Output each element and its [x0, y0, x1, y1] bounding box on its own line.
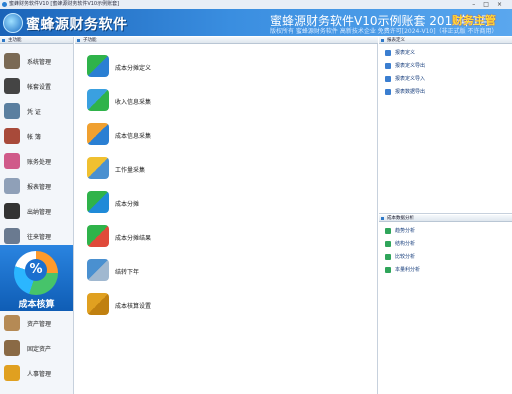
asset-icon	[4, 315, 20, 331]
sub-function-item[interactable]: 工作量采集	[87, 157, 287, 183]
panel-link-label: 结构分析	[395, 241, 416, 247]
app-icon	[2, 2, 7, 7]
sub-function-item[interactable]: 成本信息采集	[87, 123, 287, 149]
sub-function-label: 成本核算设置	[115, 303, 152, 310]
book-settings-icon	[4, 78, 20, 94]
sidebar-item[interactable]: 系统管理	[0, 49, 73, 73]
panel-divider	[379, 213, 512, 214]
report-icon	[4, 178, 20, 194]
cvp-analysis-icon	[385, 267, 391, 273]
allocation-define-icon	[87, 55, 109, 77]
allocation-result-icon	[87, 225, 109, 247]
sidebar-item-label: 人事管理	[27, 371, 52, 378]
window-title: 蜜蜂财务软件V10 [蜜蜂源财务软件V10示例账套]	[9, 1, 120, 7]
compare-analysis-icon	[385, 254, 391, 260]
carry-forward-icon	[87, 259, 109, 281]
analysis-panel-header: 成本数据分析	[379, 215, 512, 222]
sidebar-item[interactable]: 固定资产	[0, 336, 73, 360]
sidebar-item-label: 系统管理	[27, 59, 52, 66]
accounting-icon	[4, 153, 20, 169]
sidebar-item-label: 固定资产	[27, 346, 52, 353]
sidebar-item-label: 账务处理	[27, 159, 52, 166]
sub-function-label: 工作量采集	[115, 167, 146, 174]
sub-function-label: 成本分摊结果	[115, 235, 152, 242]
sub-function-label: 成本信息采集	[115, 133, 152, 140]
hr-icon	[4, 365, 20, 381]
sub-function-item[interactable]: 成本分摊	[87, 191, 287, 217]
panel-link-label: 报表定义导出	[395, 63, 426, 69]
sub-function-label: 结转下年	[115, 269, 140, 276]
sidebar-item-label: 帐 簿	[27, 134, 41, 141]
report-import-icon	[385, 76, 391, 82]
window-controls[interactable]: –□×	[472, 0, 510, 9]
report-data-export-icon	[385, 89, 391, 95]
fixed-asset-icon	[4, 340, 20, 356]
sidebar-item[interactable]: 帐套设置	[0, 74, 73, 98]
right-panel: 报表定义 报表定义报表定义导出 报表定义导入 报表数据导出 成本数据分析 趋势分析结…	[379, 37, 512, 394]
report-panel-header: 报表定义	[379, 37, 512, 44]
panel-link-label: 报表数据导出	[395, 89, 426, 95]
cashier-icon	[4, 203, 20, 219]
panel-link-label: 报表定义	[395, 50, 416, 56]
sub-function-label: 成本分摊	[115, 201, 140, 208]
report-define-icon	[385, 50, 391, 56]
income-collect-icon	[87, 89, 109, 111]
sidebar-item[interactable]: 凭 证	[0, 99, 73, 123]
sub-function-item[interactable]: 成本核算设置	[87, 293, 287, 319]
sidebar-item-label: 出纳管理	[27, 209, 52, 216]
sidebar-header: 主功能	[0, 37, 73, 44]
sub-function-item[interactable]: 结转下年	[87, 259, 287, 285]
ledger-icon	[4, 128, 20, 144]
sub-function-item[interactable]: 收入信息采集	[87, 89, 287, 115]
voucher-icon	[4, 103, 20, 119]
bee-logo-icon	[3, 13, 23, 33]
sidebar-item-label: 往来管理	[27, 234, 52, 241]
app-banner: 蜜蜂源财务软件 蜜蜂源财务软件V10示例账套 2016年1月 财务主管 版权所有…	[0, 9, 512, 36]
sub-function-item[interactable]: 成本分摊结果	[87, 225, 287, 251]
trend-analysis-icon	[385, 228, 391, 234]
contacts-icon	[4, 228, 20, 244]
cost-settings-icon	[87, 293, 109, 315]
panel-link-label: 趋势分析	[395, 228, 416, 234]
sub-function-label: 成本分摊定义	[115, 65, 152, 72]
cost-accounting-icon	[14, 251, 58, 295]
sidebar-item-label: 帐套设置	[27, 84, 52, 91]
window-titlebar: 蜜蜂财务软件V10 [蜜蜂源财务软件V10示例账套] –□×	[0, 0, 512, 9]
sub-function-label: 收入信息采集	[115, 99, 152, 106]
sidebar-active-label: 成本核算	[18, 300, 55, 310]
report-export-icon	[385, 63, 391, 69]
sidebar-item[interactable]: 人事管理	[0, 361, 73, 385]
sidebar-item[interactable]: 报表管理	[0, 174, 73, 198]
sub-function-item[interactable]: 成本分摊定义	[87, 55, 287, 81]
workload-collect-icon	[87, 157, 109, 179]
panel-link-label: 比较分析	[395, 254, 416, 260]
system-icon	[4, 53, 20, 69]
sidebar-item[interactable]: 账务处理	[0, 149, 73, 173]
sidebar-item[interactable]: 出纳管理	[0, 199, 73, 223]
sidebar-item-label: 报表管理	[27, 184, 52, 191]
structure-analysis-icon	[385, 241, 391, 247]
panel-link-label: 本量利分析	[395, 267, 421, 273]
logo-text: 蜜蜂源财务软件	[26, 17, 128, 33]
sidebar-item-cost-accounting[interactable]: 成本核算	[0, 245, 73, 311]
sub-function-panel: 子功能 成本分摊定义 收入信息采集 成本信息采集 工作量采集成本分摊成本分摊结果 结转下…	[75, 37, 378, 394]
cost-collect-icon	[87, 123, 109, 145]
main-header: 子功能	[75, 37, 378, 44]
sidebar-item-label: 凭 证	[27, 109, 41, 116]
main-function-sidebar: 主功能 系统管理帐套设置凭 证帐 簿账务处理报表管理出纳管理往来管理 成本核算 …	[0, 37, 74, 394]
panel-link-label: 报表定义导入	[395, 76, 426, 82]
cost-allocation-icon	[87, 191, 109, 213]
license-info: 版权所有 蜜蜂源财务软件 高新技术企业 免费许可[2024-V10]（非正式版 …	[270, 28, 498, 35]
sidebar-item[interactable]: 资产管理	[0, 311, 73, 335]
sidebar-item-label: 资产管理	[27, 321, 52, 328]
sidebar-item[interactable]: 帐 簿	[0, 124, 73, 148]
